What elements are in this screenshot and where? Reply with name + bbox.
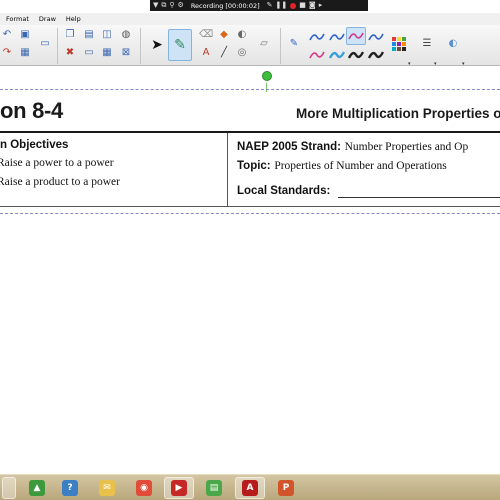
- pause-icon[interactable]: ❚❚: [276, 0, 288, 11]
- shapes-icon[interactable]: ◎: [235, 46, 249, 60]
- app-mail-icon: ✉: [99, 480, 115, 496]
- properties-icon[interactable]: ◐: [446, 37, 460, 51]
- redo-icon[interactable]: ↷: [0, 46, 14, 60]
- powerpoint-icon: P: [278, 480, 294, 496]
- section-rule: [0, 206, 500, 207]
- eraser-icon[interactable]: ⌫: [199, 28, 213, 42]
- taskbar: ▲ ? ✉ ◉ ▶ ▤ A P: [0, 474, 500, 500]
- toolbar-separator: [280, 28, 281, 64]
- menu-item-draw[interactable]: Draw: [39, 15, 56, 23]
- pen-style-2[interactable]: [309, 48, 325, 62]
- eraser-large-icon[interactable]: ▱: [257, 37, 271, 51]
- pen-style-3[interactable]: [329, 30, 345, 44]
- restore-icon[interactable]: ⧉: [161, 0, 166, 11]
- taskbar-app-1[interactable]: ▲: [22, 477, 52, 499]
- toolbar: ↶ ↷ ▣ ▦ ▭ ❐ ✖ ▤ ▭ ◫ ▦ ◍ ⊠ ➤ ✎ ⌫ A ◆ ╱ ◐ …: [0, 25, 500, 67]
- table-icon[interactable]: ▦: [18, 46, 32, 60]
- taskbar-app-5[interactable]: ▶: [164, 477, 194, 499]
- recording-status: Recording [00:00:02]: [190, 1, 260, 10]
- acrobat-icon: A: [242, 480, 258, 496]
- play-icon[interactable]: ▸: [319, 0, 323, 11]
- rotate-handle-line: [266, 83, 267, 92]
- stop-icon[interactable]: ■: [299, 0, 306, 11]
- pen-icon[interactable]: ✎: [267, 0, 273, 11]
- tools-icon[interactable]: ⚙: [178, 0, 184, 11]
- pen-style-4[interactable]: [329, 48, 345, 62]
- globe-icon[interactable]: ◍: [119, 28, 133, 42]
- menu-bar: Format Draw Help: [0, 13, 500, 25]
- lesson-title: on 8-4: [0, 98, 63, 123]
- calculator-icon: ▤: [206, 480, 222, 496]
- start-button[interactable]: [2, 477, 16, 499]
- taskbar-app-2[interactable]: ?: [55, 477, 85, 499]
- media-player-icon: ▶: [171, 480, 187, 496]
- chrome-icon: ◉: [136, 480, 152, 496]
- taskbar-app-7[interactable]: A: [235, 477, 265, 499]
- fill-icon[interactable]: ◆: [217, 28, 231, 42]
- lesson-subtitle: More Multiplication Properties o: [296, 106, 500, 121]
- toolbar-separator: [57, 28, 58, 64]
- pen-style-8[interactable]: [368, 48, 384, 62]
- title-rule: [0, 131, 500, 133]
- text-icon[interactable]: A: [199, 46, 213, 60]
- app-green-icon: ▲: [29, 480, 45, 496]
- color-palette-icon[interactable]: [392, 37, 406, 51]
- taskbar-app-6[interactable]: ▤: [199, 477, 229, 499]
- local-standards-label: Local Standards:: [237, 185, 331, 197]
- display-icon[interactable]: ▭: [38, 37, 52, 51]
- selection-border-top: [0, 89, 500, 90]
- copy-icon[interactable]: ❐: [63, 28, 77, 42]
- line-icon[interactable]: ╱: [217, 46, 231, 60]
- menu-item-format[interactable]: Format: [6, 15, 29, 23]
- objectives-heading: n Objectives: [0, 139, 69, 151]
- zoom-icon[interactable]: ⚲: [169, 0, 174, 11]
- select-arrow-icon[interactable]: ➤: [145, 29, 169, 61]
- camera-icon[interactable]: ◙: [309, 0, 316, 11]
- undo-icon[interactable]: ↶: [0, 28, 14, 42]
- record-icon[interactable]: [290, 2, 297, 9]
- close-box-icon[interactable]: ⊠: [119, 46, 133, 60]
- toolbar-separator: [140, 28, 141, 64]
- menu-item-help[interactable]: Help: [66, 15, 81, 23]
- pen-style-5[interactable]: [348, 29, 364, 43]
- app-notebook-icon: ?: [62, 480, 78, 496]
- selection-border-bottom: [0, 213, 500, 214]
- palette-dropdown-icon[interactable]: ▾: [408, 61, 411, 67]
- topic-value: Properties of Number and Operations: [274, 160, 447, 172]
- taskbar-app-8[interactable]: P: [271, 477, 301, 499]
- topic: Topic: Properties of Number and Operatio…: [237, 158, 447, 172]
- pen-tool-icon[interactable]: ✎: [287, 37, 301, 51]
- grid-icon[interactable]: ▦: [100, 46, 114, 60]
- magic-pen-icon[interactable]: ◐: [235, 28, 249, 42]
- paste-icon[interactable]: ▤: [82, 28, 96, 42]
- line-style-dropdown-icon[interactable]: ▾: [434, 61, 437, 67]
- naep-value: Number Properties and Op: [344, 141, 469, 153]
- properties-dropdown-icon[interactable]: ▾: [462, 61, 465, 67]
- objective-item: Raise a product to a power: [0, 176, 120, 188]
- pens-icon[interactable]: ✎: [168, 29, 192, 61]
- column-divider: [227, 133, 228, 206]
- taskbar-app-3[interactable]: ✉: [92, 477, 122, 499]
- objective-item: Raise a power to a power: [0, 157, 114, 169]
- recording-bar: ▼ ⧉ ⚲ ⚙ Recording [00:00:02] ✎ ❚❚ ■ ◙ ▸: [150, 0, 368, 11]
- line-style-icon[interactable]: ☰: [420, 37, 434, 51]
- topic-label: Topic:: [237, 160, 271, 172]
- delete-icon[interactable]: ✖: [63, 46, 77, 60]
- local-standards-blank: [338, 197, 500, 198]
- document-camera-icon[interactable]: ◫: [100, 28, 114, 42]
- pen-style-7[interactable]: [368, 30, 384, 44]
- rotate-handle[interactable]: [262, 71, 272, 81]
- pen-style-6[interactable]: [348, 48, 364, 62]
- naep-strand: NAEP 2005 Strand: Number Properties and …: [237, 139, 468, 153]
- taskbar-app-4[interactable]: ◉: [129, 477, 159, 499]
- dropdown-icon[interactable]: ▼: [153, 0, 158, 11]
- screen-icon[interactable]: ▣: [18, 28, 32, 42]
- pen-style-1[interactable]: [309, 30, 325, 44]
- naep-label: NAEP 2005 Strand:: [237, 141, 341, 153]
- insert-icon[interactable]: ▭: [82, 46, 96, 60]
